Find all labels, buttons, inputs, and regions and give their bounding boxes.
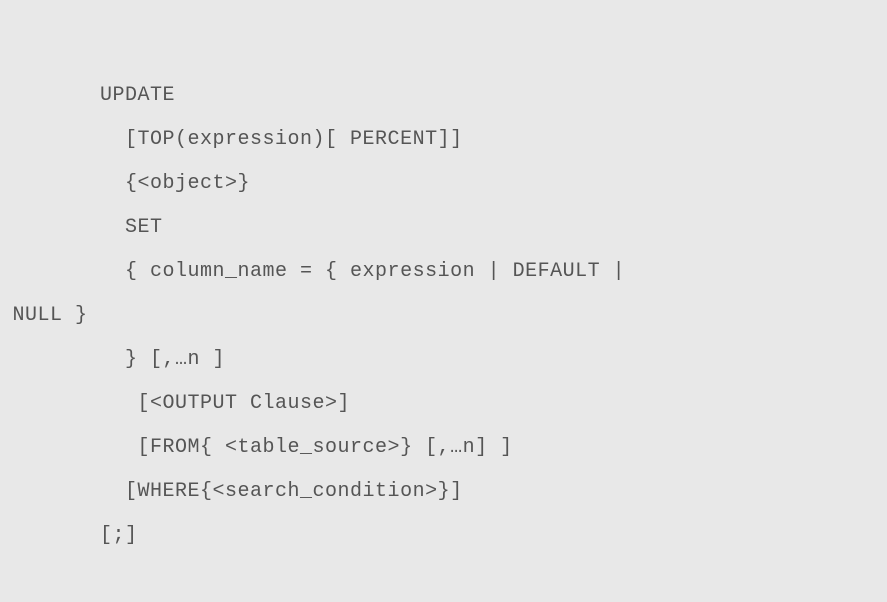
code-line: { column_name = { expression | DEFAULT | [0, 250, 887, 294]
code-line: [;] [0, 514, 887, 558]
code-line: {<object>} [0, 162, 887, 206]
code-line: UPDATE [0, 74, 887, 118]
code-line: [WHERE{<search_condition>}] [0, 470, 887, 514]
sql-syntax-block: UPDATE [TOP(expression)[ PERCENT]] {<obj… [0, 30, 887, 602]
code-line: NULL } [0, 294, 887, 338]
code-line: SET [0, 206, 887, 250]
code-line: [<OUTPUT Clause>] [0, 382, 887, 426]
code-line: [FROM{ <table_source>} [,…n] ] [0, 426, 887, 470]
code-line: } [,…n ] [0, 338, 887, 382]
code-line: [TOP(expression)[ PERCENT]] [0, 118, 887, 162]
